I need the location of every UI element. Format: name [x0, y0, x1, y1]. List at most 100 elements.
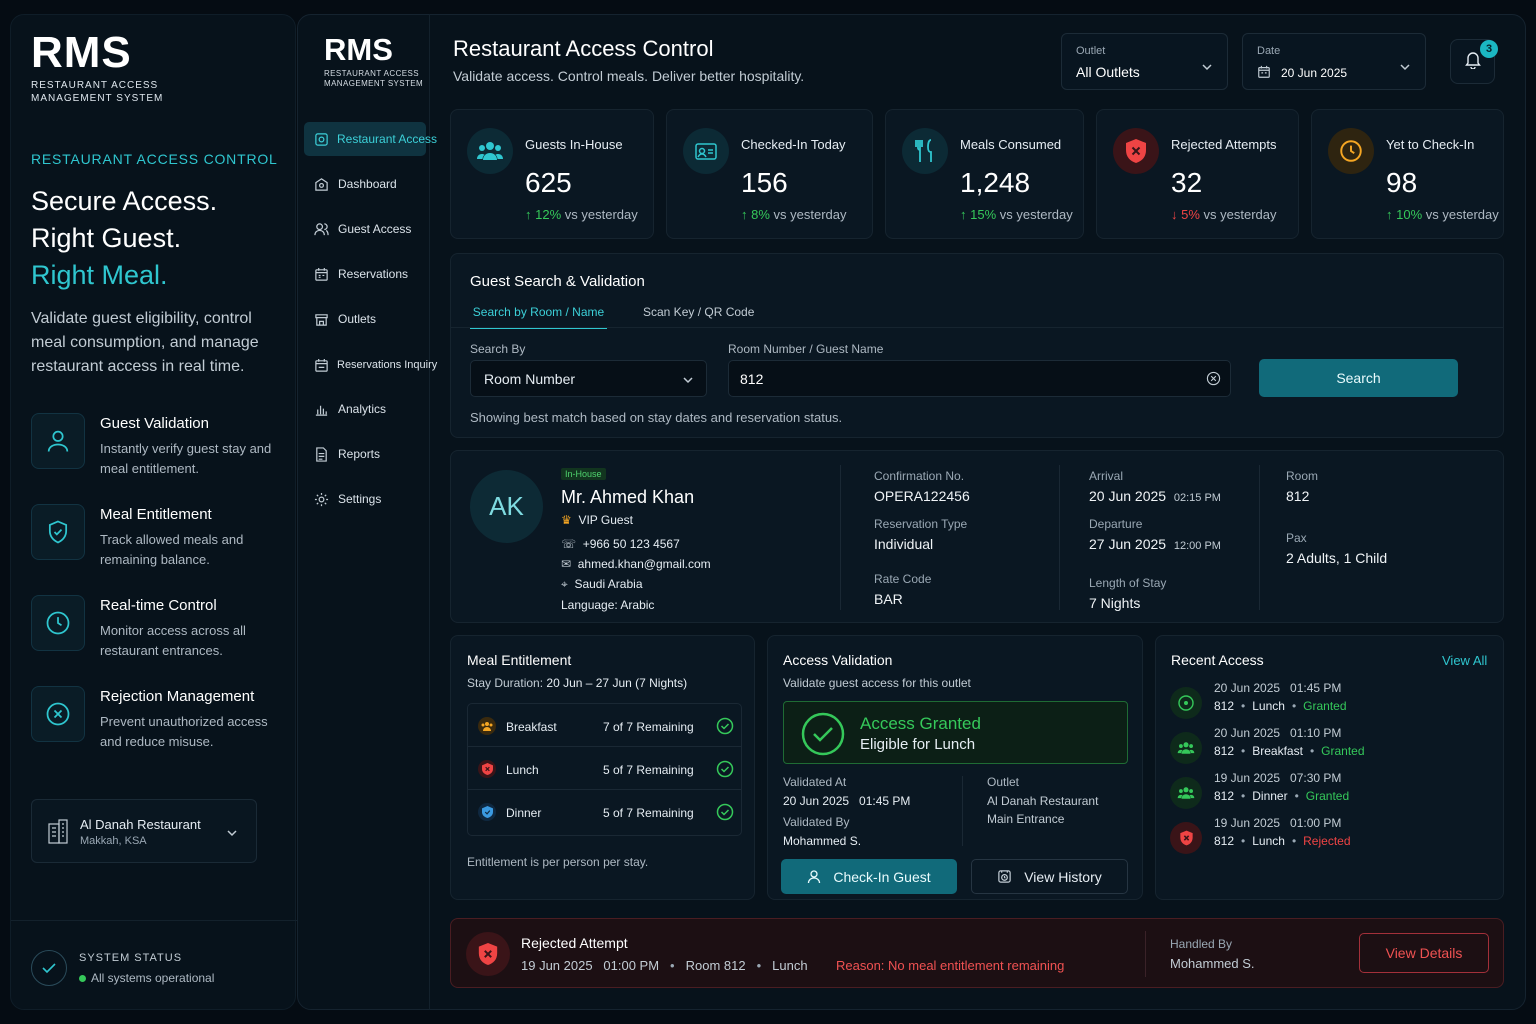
check-in-guest-button[interactable]: Check-In Guest [781, 859, 957, 894]
meal-name: Breakfast [506, 720, 557, 734]
length-of-stay-label: Length of Stay [1089, 576, 1167, 590]
recent-access-row[interactable]: 20 Jun 2025 01:45 PM 812 • Lunch • Granted [1170, 681, 1490, 726]
recent-access-row[interactable]: 19 Jun 2025 01:00 PM 812 • Lunch • Rejected [1170, 816, 1490, 861]
sidebar-item-guest-access[interactable]: Guest Access [304, 212, 426, 246]
kpi-trend: ↓ 5% vs yesterday [1171, 207, 1277, 222]
recent-access-row[interactable]: 20 Jun 2025 01:10 PM 812 • Breakfast • Grant… [1170, 726, 1490, 771]
guest-phone: ☏ +966 50 123 4567 [561, 537, 680, 551]
access-status: Granted [1303, 699, 1347, 713]
sidebar-item-reports[interactable]: Reports [304, 437, 426, 471]
tab-scan-key[interactable]: Scan Key / QR Code [643, 305, 754, 319]
outlet-selector[interactable]: Al Danah Restaurant Makkah, KSA [31, 799, 257, 863]
check-in-label: Check-In Guest [833, 868, 931, 885]
kpi-change: 15% [970, 207, 997, 222]
check-circle-icon [800, 711, 846, 762]
nav-label: Guest Access [338, 222, 412, 236]
users-icon [1170, 777, 1202, 809]
arrival-date: 20 Jun 2025 [1089, 488, 1167, 504]
check-badge-icon [31, 950, 67, 986]
nav-label: Reservations Inquiry [337, 359, 438, 371]
meal-row-dinner: Dinner 5 of 7 Remaining [468, 790, 742, 833]
pax-value: 2 Adults, 1 Child [1286, 550, 1388, 566]
separator: • [1294, 789, 1299, 803]
sidebar-item-analytics[interactable]: Analytics [304, 392, 426, 426]
outlet-location: Makkah, KSA [80, 835, 147, 847]
user-icon [807, 869, 823, 885]
separator: • [670, 958, 675, 973]
sidebar-item-restaurant-access[interactable]: Restaurant Access [304, 122, 437, 156]
departure-label: Departure [1089, 517, 1143, 531]
recent-access-row[interactable]: 19 Jun 2025 07:30 PM 812 • Dinner • Granted [1170, 771, 1490, 816]
clock-icon [1328, 128, 1374, 174]
sidebar-item-reservations-inquiry[interactable]: Reservations Inquiry [304, 348, 437, 382]
shield-lock-icon [314, 131, 329, 147]
chevron-down-icon [1399, 60, 1411, 78]
kpi-change: 12% [535, 207, 562, 222]
bar-chart-icon [314, 401, 330, 417]
dinner-icon [478, 803, 496, 821]
recent-access-title: Recent Access [1171, 652, 1264, 668]
kpi-value: 1,248 [960, 167, 1031, 198]
separator: • [1291, 699, 1297, 713]
sidebar-item-settings[interactable]: Settings [304, 482, 426, 516]
logo-text: RMS [31, 28, 132, 77]
sidebar-item-dashboard[interactable]: Dashboard [304, 167, 426, 201]
clock-icon [31, 595, 85, 651]
view-history-button[interactable]: View History [971, 859, 1128, 894]
confirmation-number[interactable]: OPERA122456 [874, 488, 970, 504]
search-input-value: 812 [740, 371, 764, 387]
rejected-time: 19 Jun 2025 01:00 PM [521, 958, 660, 973]
arrow-up-icon: ↑ [741, 207, 752, 222]
users-icon [467, 128, 513, 174]
room: 812 [1214, 834, 1235, 848]
sidebar-item-outlets[interactable]: Outlets [304, 302, 426, 336]
logo-sub-line-1: RESTAURANT ACCESS [31, 80, 159, 91]
phone-icon: ☏ [561, 537, 577, 551]
avatar-initials: AK [489, 491, 524, 521]
outlet-dropdown[interactable]: Outlet All Outlets [1061, 33, 1228, 90]
kpi-change: 5% [1181, 207, 1200, 222]
dashboard-icon [314, 176, 330, 192]
feature-title: Rejection Management [100, 688, 255, 705]
pax-label: Pax [1286, 531, 1307, 545]
clear-icon[interactable] [1206, 371, 1221, 391]
nav-label: Outlets [338, 312, 377, 326]
outlet-dropdown-value: All Outlets [1076, 64, 1140, 80]
meal-entitlement-panel: Meal Entitlement Stay Duration: 20 Jun –… [450, 635, 755, 900]
rejected-detail: 19 Jun 2025 01:00 PM • Room 812 • Lunch [521, 958, 808, 973]
view-details-button[interactable]: View Details [1359, 933, 1489, 973]
date-picker[interactable]: Date 20 Jun 2025 [1242, 33, 1426, 90]
feature-title: Meal Entitlement [100, 506, 212, 523]
search-by-select[interactable]: Room Number [470, 360, 707, 397]
kpi-value: 625 [525, 167, 572, 198]
arrival-time: 02:15 PM [1173, 492, 1221, 504]
meal-row-lunch: Lunch 5 of 7 Remaining [468, 747, 742, 790]
system-status-value: All systems operational [79, 971, 214, 985]
feature-title: Real-time Control [100, 597, 217, 614]
headline-line-1: Secure Access. [31, 186, 218, 216]
nav-label: Restaurant Access [337, 132, 438, 146]
meal: Lunch [1252, 699, 1285, 713]
arrival-label: Arrival [1089, 469, 1124, 483]
separator: • [1241, 699, 1246, 713]
chevron-down-icon [1201, 60, 1213, 78]
recent-access-detail: 812 • Breakfast • Granted [1214, 744, 1365, 758]
kpi-suffix: vs yesterday [999, 207, 1073, 222]
search-input[interactable]: 812 [728, 360, 1231, 397]
view-all-link[interactable]: View All [1442, 653, 1487, 668]
guest-phone-text: +966 50 123 4567 [582, 537, 680, 551]
kpi-label: Checked-In Today [741, 137, 846, 152]
sidebar-item-reservations[interactable]: Reservations [304, 257, 426, 291]
date-picker-value: 20 Jun 2025 [1281, 66, 1348, 80]
kpi-label: Guests In-House [525, 137, 623, 152]
search-button[interactable]: Search [1259, 359, 1458, 397]
meal-list: Breakfast 7 of 7 Remaining Lunch 5 of 7 … [467, 703, 742, 836]
user-icon [31, 413, 85, 469]
access-status: Rejected [1303, 834, 1351, 848]
search-button-label: Search [1336, 370, 1381, 386]
feature-desc: Track allowed meals and remaining balanc… [100, 532, 244, 567]
tab-search-by-room[interactable]: Search by Room / Name [470, 305, 607, 329]
chevron-down-icon [226, 826, 238, 844]
feature-rejection-management: Rejection Management Prevent unauthorize… [31, 686, 291, 756]
feature-desc: Instantly verify guest stay and meal ent… [100, 441, 272, 476]
